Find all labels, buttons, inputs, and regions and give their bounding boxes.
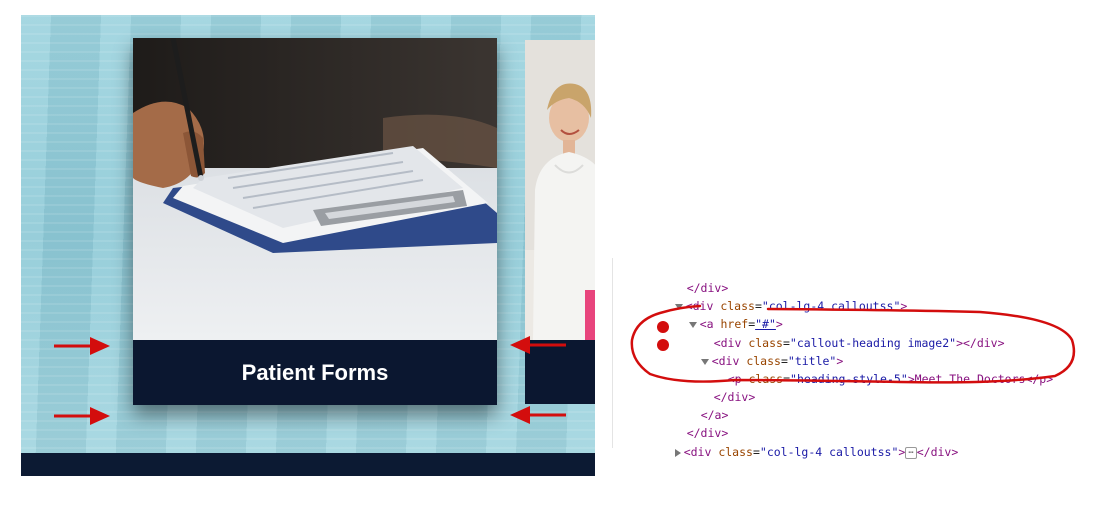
arrow-right-icon (54, 337, 110, 355)
dom-node[interactable]: </div> (659, 406, 729, 440)
red-dot-marker (657, 339, 669, 351)
closing-tag: </div> (916, 445, 959, 459)
callout-card-patient-forms[interactable]: Patient Forms (133, 38, 497, 405)
dom-node[interactable]: <div class="callout-heading image2"></di… (686, 316, 1005, 350)
doctor-photo-illustration (525, 40, 595, 340)
red-dot-marker (657, 321, 669, 333)
dom-node[interactable]: <div class="col-lg-4 calloutss"> ⋯ </div> (647, 425, 958, 459)
footer-bar (21, 453, 595, 476)
clipboard-photo (133, 38, 497, 340)
text-content: >Meet The Doctors</p> (907, 372, 1054, 386)
clipboard-photo-illustration (133, 38, 497, 340)
collapse-triangle-icon[interactable] (674, 448, 681, 457)
devtools-elements-panel: </div> <div class="col-lg-4 calloutss"> … (612, 258, 1106, 459)
arrow-left-icon (510, 336, 566, 354)
dom-node[interactable]: <a href="#"> (661, 297, 783, 331)
dom-node[interactable]: <div class="title"> (673, 334, 843, 368)
arrow-left-icon (510, 406, 566, 424)
attr-value: "col-lg-4 calloutss" (759, 445, 899, 459)
ellipsis-icon[interactable]: ⋯ (905, 446, 917, 459)
tag-close: > (900, 299, 908, 313)
dom-node[interactable]: <p class="heading-style-5">Meet The Doct… (700, 352, 1053, 386)
arrow-right-icon (54, 407, 110, 425)
tag-close: > (898, 445, 906, 459)
dom-node[interactable]: </div> (659, 261, 729, 295)
tag-name: <div (683, 445, 719, 459)
attr-value: "heading-style-5" (790, 372, 908, 386)
attr-name: class (718, 445, 753, 459)
doctor-photo (525, 40, 595, 340)
dom-node[interactable]: <div class="col-lg-4 calloutss"> (647, 279, 907, 313)
dom-node[interactable]: </a> (673, 388, 729, 422)
tag-close: ></div> (956, 336, 1005, 350)
card-title: Patient Forms (133, 340, 497, 405)
dom-node[interactable]: </div> (686, 370, 756, 404)
